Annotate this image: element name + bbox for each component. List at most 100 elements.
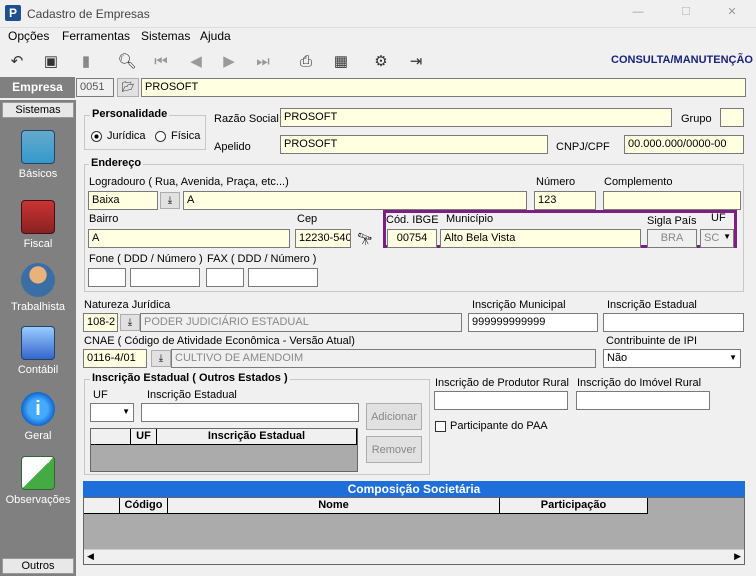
municipio-field[interactable]: Alto Bela Vista	[440, 229, 641, 248]
company-name-field[interactable]: PROSOFT	[141, 78, 746, 97]
paa-checkbox-row[interactable]: Participante do PAA	[435, 420, 548, 432]
cep-label: Cep	[297, 213, 318, 225]
minimize-button[interactable]: —	[628, 6, 648, 18]
sidebar-item-fiscal[interactable]: Fiscal	[0, 200, 76, 250]
composicao-col-codigo: Código	[120, 498, 168, 514]
ie-outros-grid: UF Inscrição Estadual	[90, 428, 358, 472]
sidebar-item-contabil[interactable]: Contábil	[0, 326, 76, 376]
cnae-desc-field: CULTIVO DE AMENDOIM	[171, 349, 596, 368]
contribuinte-ipi-select[interactable]: Não ▼	[603, 349, 741, 368]
uf-select[interactable]: SC ▼	[700, 229, 734, 248]
logradouro-tipo-field[interactable]: Baixa	[88, 191, 158, 210]
document-icon[interactable]: ▮	[75, 50, 97, 72]
inscricao-municipal-label: Inscrição Municipal	[472, 299, 566, 311]
company-code-field[interactable]: 0051	[76, 78, 114, 97]
sidebar-item-geral[interactable]: i Geral	[0, 392, 76, 442]
imovel-rural-field[interactable]	[576, 391, 710, 410]
cep-field[interactable]: 12230-540	[295, 229, 351, 248]
ie-outros-ie-label: Inscrição Estadual	[147, 389, 237, 401]
last-record-icon[interactable]: ⏭	[252, 50, 274, 72]
personalidade-group: Personalidade Jurídica Física	[84, 108, 206, 150]
binoculars-icon[interactable]: 🔭︎	[354, 230, 376, 247]
company-label: Empresa	[0, 77, 75, 98]
grupo-field[interactable]	[720, 108, 744, 127]
personalidade-title: Personalidade	[90, 108, 170, 120]
preview-icon[interactable]: 🔍︎	[116, 50, 138, 72]
cnae-code-field[interactable]: 0116-4/01	[83, 349, 147, 368]
composicao-col-participacao: Participação	[500, 498, 648, 514]
sidebar-item-observacoes[interactable]: Observações	[0, 456, 76, 506]
bairro-field[interactable]: A	[88, 229, 290, 248]
ie-outros-title: Inscrição Estadual ( Outros Estados )	[90, 372, 290, 384]
radio-fisica-circle[interactable]	[155, 130, 166, 142]
tax-book-icon	[21, 200, 55, 234]
save-icon[interactable]: ▣	[40, 50, 62, 72]
menu-ferramentas[interactable]: Ferramentas	[62, 29, 130, 43]
ibge-label: Cód. IBGE	[386, 214, 439, 226]
fone-numero-field[interactable]	[130, 268, 200, 287]
fax-numero-field[interactable]	[248, 268, 318, 287]
imovel-rural-label: Inscrição do Imóvel Rural	[577, 377, 702, 389]
adicionar-button[interactable]: Adicionar	[366, 403, 422, 430]
apelido-field[interactable]: PROSOFT	[280, 135, 548, 154]
tools-icon[interactable]: ⚙	[370, 50, 392, 72]
sidebar-item-basicos[interactable]: Básicos	[0, 130, 76, 180]
ibge-field[interactable]: 00754	[387, 229, 437, 248]
exit-icon[interactable]: ⇥	[405, 50, 427, 72]
logradouro-download-icon[interactable]: ⤓	[160, 192, 180, 209]
inscricao-municipal-field[interactable]: 999999999999	[468, 313, 598, 332]
folder-icon[interactable]: 📂︎	[117, 78, 139, 97]
ie-outros-uf-select[interactable]: ▼	[90, 403, 134, 422]
maximize-button[interactable]: ☐	[676, 5, 696, 18]
radio-juridica[interactable]: Jurídica	[91, 130, 146, 142]
cnae-download-icon[interactable]: ⤓	[151, 350, 171, 367]
undo-icon[interactable]: ↶	[6, 50, 28, 72]
produtor-rural-field[interactable]	[434, 391, 568, 410]
numero-field[interactable]: 123	[534, 191, 596, 210]
radio-juridica-circle[interactable]	[91, 130, 102, 142]
previous-record-icon[interactable]: ◀	[185, 50, 207, 72]
horizontal-scrollbar[interactable]: ◀ ▶	[84, 549, 744, 564]
sigla-pais-field[interactable]: BRA	[647, 229, 697, 248]
scroll-left-icon[interactable]: ◀	[87, 551, 94, 562]
natureza-download-icon[interactable]: ⤓	[120, 314, 140, 331]
sidebar-tab-sistemas[interactable]: Sistemas	[2, 102, 74, 118]
inscricao-estadual-field[interactable]	[603, 313, 744, 332]
sigla-pais-label: Sigla País	[647, 215, 697, 227]
complemento-field[interactable]	[603, 191, 741, 210]
sidebar-tab-outros[interactable]: Outros	[2, 558, 74, 574]
endereco-title: Endereço	[89, 157, 144, 169]
print-icon[interactable]: ⎙	[295, 50, 317, 72]
sidebar-item-trabalhista[interactable]: Trabalhista	[0, 263, 76, 313]
menu-opcoes[interactable]: Opções	[8, 29, 49, 43]
fone-ddd-field[interactable]	[88, 268, 126, 287]
bairro-label: Bairro	[89, 213, 119, 225]
composicao-col-nome: Nome	[168, 498, 500, 514]
info-icon: i	[21, 392, 55, 426]
chevron-down-icon: ▼	[729, 353, 737, 362]
scroll-right-icon[interactable]: ▶	[734, 551, 741, 562]
cnae-label: CNAE ( Código de Atividade Econômica - V…	[84, 335, 355, 347]
menu-sistemas[interactable]: Sistemas	[141, 29, 190, 43]
ie-outros-ie-field[interactable]	[141, 403, 359, 422]
menu-ajuda[interactable]: Ajuda	[200, 29, 231, 43]
remover-button[interactable]: Remover	[366, 436, 422, 463]
close-button[interactable]: ✕	[722, 5, 742, 18]
fone-label: Fone ( DDD / Número )	[89, 253, 203, 265]
natureza-code-field[interactable]: 108-2	[83, 313, 118, 332]
next-record-icon[interactable]: ▶	[218, 50, 240, 72]
calculator-icon	[21, 326, 55, 360]
razao-social-field[interactable]: PROSOFT	[280, 108, 672, 127]
composicao-title: Composição Societária	[83, 481, 745, 497]
uf-label: UF	[711, 212, 726, 224]
first-record-icon[interactable]: ⏮	[150, 50, 172, 72]
produtor-rural-label: Inscrição de Produtor Rural	[435, 377, 569, 389]
fax-ddd-field[interactable]	[206, 268, 244, 287]
paa-checkbox[interactable]	[435, 420, 446, 432]
logradouro-field[interactable]: A	[183, 191, 527, 210]
title-bar: P Cadastro de Empresas — ☐ ✕	[0, 0, 756, 28]
cnpj-field[interactable]: 00.000.000/0000-00	[624, 135, 744, 154]
inscricao-estadual-label: Inscrição Estadual	[607, 299, 697, 311]
radio-fisica[interactable]: Física	[155, 130, 200, 142]
report-icon[interactable]: ▦	[330, 50, 352, 72]
